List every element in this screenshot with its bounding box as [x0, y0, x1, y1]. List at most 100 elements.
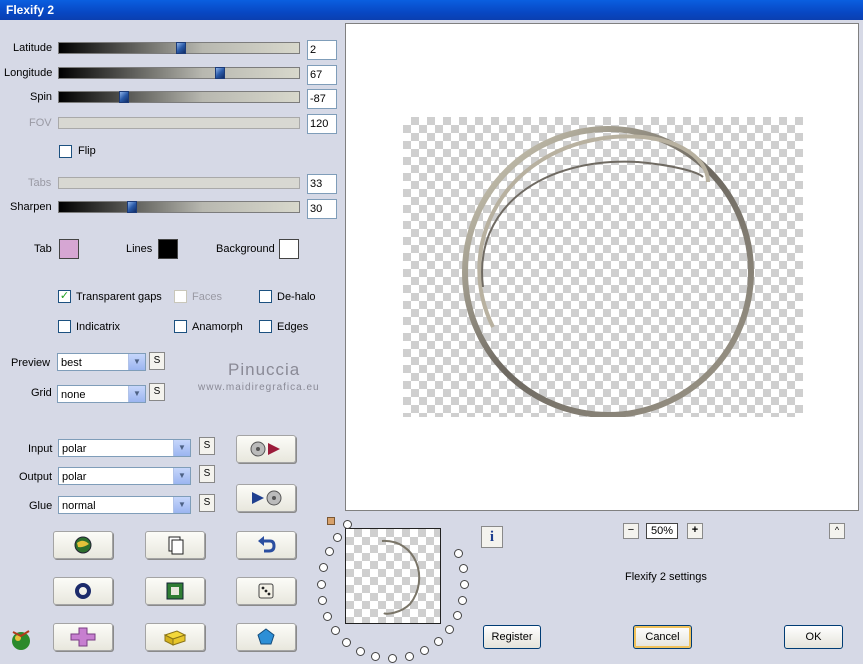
block-shape-button[interactable] — [145, 623, 205, 651]
navigator-dot[interactable] — [405, 652, 414, 661]
navigator-dot[interactable] — [323, 612, 332, 621]
spin-label: Spin — [30, 91, 53, 103]
navigator-dot[interactable] — [342, 638, 351, 647]
sharpen-slider[interactable] — [58, 201, 300, 213]
ring-icon — [75, 583, 91, 599]
info-button[interactable]: i — [481, 526, 503, 548]
save-preset-button[interactable] — [236, 484, 296, 512]
navigator-dot[interactable] — [445, 625, 454, 634]
tabs-slider — [58, 177, 300, 189]
background-color-swatch[interactable] — [279, 239, 299, 259]
tabs-label: Tabs — [28, 177, 52, 189]
latitude-slider-thumb[interactable] — [176, 42, 186, 54]
flip-checkbox[interactable] — [59, 145, 72, 158]
tabs-value: 33 — [307, 174, 337, 194]
navigator-dot[interactable] — [318, 596, 327, 605]
ring-shape-button[interactable] — [53, 577, 113, 605]
navigator-dot[interactable] — [420, 646, 429, 655]
longitude-slider[interactable] — [58, 67, 300, 79]
globe-icon — [74, 536, 92, 554]
indicatrix-checkbox[interactable] — [58, 320, 71, 333]
transparent-gaps-checkbox[interactable]: ✓ — [58, 290, 71, 303]
zoom-out-button[interactable]: − — [623, 523, 639, 539]
de-halo-checkbox[interactable] — [259, 290, 272, 303]
output-label: Output — [19, 471, 53, 483]
longitude-value[interactable]: 67 — [307, 65, 337, 85]
flip-label: Flip — [78, 145, 96, 157]
latitude-slider[interactable] — [58, 42, 300, 54]
preview-select-value: best — [61, 357, 82, 369]
grid-select-value: none — [61, 389, 86, 401]
edges-checkbox[interactable] — [259, 320, 272, 333]
navigator-thumbnail[interactable] — [345, 528, 441, 624]
brick-icon — [163, 630, 187, 646]
navigator-dot[interactable] — [454, 549, 463, 558]
window-title: Flexify 2 — [6, 3, 55, 17]
spin-slider[interactable] — [58, 91, 300, 103]
faces-label: Faces — [192, 291, 222, 303]
dice-icon — [258, 583, 274, 599]
lines-color-swatch[interactable] — [158, 239, 178, 259]
chevron-down-icon: ▼ — [173, 440, 190, 456]
zoom-in-button[interactable]: + — [687, 523, 703, 539]
dice-button[interactable] — [236, 577, 296, 605]
navigator-corner-handle[interactable] — [327, 517, 335, 525]
square-frame-icon — [166, 582, 184, 600]
latitude-value[interactable]: 2 — [307, 40, 337, 60]
longitude-slider-thumb[interactable] — [215, 67, 225, 79]
preview-select[interactable]: best ▼ — [57, 353, 146, 371]
cancel-button[interactable]: Cancel — [633, 625, 692, 649]
ok-button[interactable]: OK — [784, 625, 843, 649]
navigator-dot[interactable] — [371, 652, 380, 661]
square-shape-button[interactable] — [145, 577, 205, 605]
register-button[interactable]: Register — [483, 625, 541, 649]
latitude-label: Latitude — [13, 42, 53, 54]
navigator-dot[interactable] — [458, 596, 467, 605]
filter-logo-icon — [8, 626, 34, 655]
background-color-label: Background — [216, 243, 275, 255]
cross-shape-button[interactable] — [53, 623, 113, 651]
watermark-name: Pinuccia — [228, 360, 301, 379]
pentagon-shape-button[interactable] — [236, 623, 296, 651]
disc-play-icon — [250, 441, 280, 457]
copy-button[interactable] — [145, 531, 205, 559]
grid-s-button[interactable]: S — [149, 383, 165, 401]
preview-s-button[interactable]: S — [149, 352, 165, 370]
navigator-dot[interactable] — [325, 547, 334, 556]
navigator-dot[interactable] — [453, 611, 462, 620]
spin-value[interactable]: -87 — [307, 89, 337, 109]
navigator-dot[interactable] — [317, 580, 326, 589]
grid-select[interactable]: none ▼ — [57, 385, 146, 403]
navigator-dot[interactable] — [434, 637, 443, 646]
navigator-dot[interactable] — [331, 626, 340, 635]
faces-checkbox — [174, 290, 187, 303]
longitude-label: Longitude — [4, 67, 53, 79]
glue-select-value: normal — [62, 500, 96, 512]
tab-color-swatch[interactable] — [59, 239, 79, 259]
navigator-dot[interactable] — [319, 563, 328, 572]
grid-label: Grid — [31, 387, 52, 399]
sharpen-value[interactable]: 30 — [307, 199, 337, 219]
load-preset-button[interactable] — [236, 435, 296, 463]
sharpen-slider-thumb[interactable] — [127, 201, 137, 213]
glue-select[interactable]: normal ▼ — [58, 496, 191, 514]
navigator-dot[interactable] — [459, 564, 468, 573]
navigator-dot[interactable] — [356, 647, 365, 656]
spin-slider-thumb[interactable] — [119, 91, 129, 103]
glue-s-button[interactable]: S — [199, 494, 215, 512]
input-select[interactable]: polar ▼ — [58, 439, 191, 457]
navigator-dot[interactable] — [343, 520, 352, 529]
output-select[interactable]: polar ▼ — [58, 467, 191, 485]
undo-button[interactable] — [236, 531, 296, 559]
randomize-button[interactable] — [53, 531, 113, 559]
output-select-value: polar — [62, 471, 87, 483]
input-s-button[interactable]: S — [199, 437, 215, 455]
output-s-button[interactable]: S — [199, 465, 215, 483]
anamorph-checkbox[interactable] — [174, 320, 187, 333]
play-disc-icon — [252, 490, 282, 506]
navigator-dot[interactable] — [460, 580, 469, 589]
indicatrix-label: Indicatrix — [76, 321, 121, 333]
collapse-button[interactable]: ^ — [829, 523, 845, 539]
navigator-dot[interactable] — [333, 533, 342, 542]
navigator-dot[interactable] — [388, 654, 397, 663]
